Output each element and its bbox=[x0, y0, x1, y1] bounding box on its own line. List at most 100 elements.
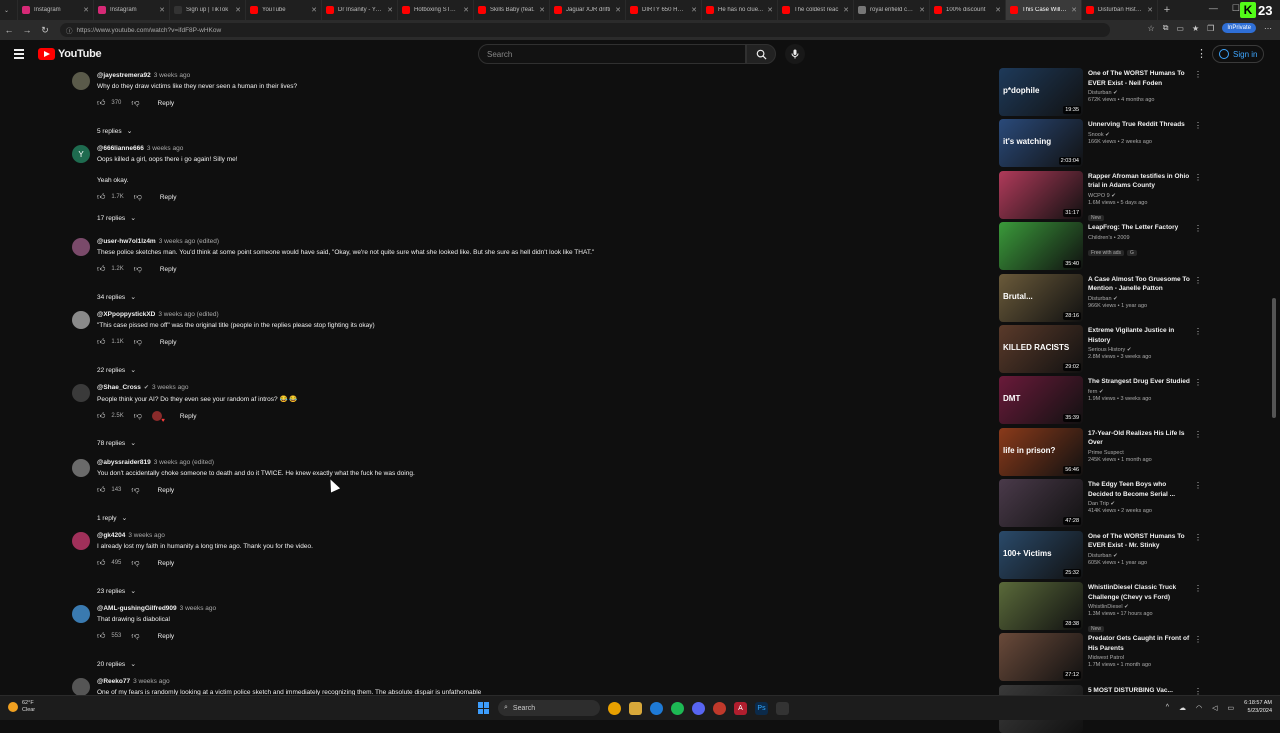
recommended-video[interactable]: DMT 35:39 The Strangest Drug Ever Studied f… bbox=[998, 376, 1208, 425]
browser-tab[interactable]: Sign up | TikTok ✕ bbox=[170, 0, 246, 20]
channel-name[interactable]: Disturban bbox=[1088, 90, 1112, 96]
dislike-icon[interactable]: 👎︎ bbox=[134, 411, 142, 421]
video-thumbnail[interactable]: 28:38 bbox=[999, 582, 1083, 630]
tab-close-icon[interactable]: ✕ bbox=[995, 6, 1001, 14]
replies-toggle[interactable]: 78 replies ⌄ bbox=[97, 439, 136, 448]
comment-time[interactable]: 3 weeks ago bbox=[133, 678, 170, 685]
comment-time[interactable]: 3 weeks ago bbox=[154, 72, 191, 79]
browser-tab[interactable]: Skills Baby (feat. ✕ bbox=[474, 0, 550, 20]
dislike-icon[interactable]: 👎︎ bbox=[134, 264, 142, 274]
channel-name[interactable]: Prime Suspect bbox=[1088, 450, 1124, 456]
tab-close-icon[interactable]: ✕ bbox=[463, 6, 469, 14]
recommended-video[interactable]: 27:12 Predator Gets Caught in Front of Hi… bbox=[998, 633, 1208, 682]
replies-toggle[interactable]: 1 reply ⌄ bbox=[97, 514, 127, 523]
menu-icon[interactable] bbox=[14, 49, 24, 61]
browser-tab[interactable]: 100% discount ✕ bbox=[930, 0, 1006, 20]
like-icon[interactable]: 👍︎ bbox=[97, 631, 105, 641]
avatar[interactable] bbox=[72, 384, 90, 402]
comment-author[interactable]: @jayestremera92 bbox=[97, 72, 151, 79]
tab-close-icon[interactable]: ✕ bbox=[387, 6, 393, 14]
recommended-video[interactable]: 47:28 The Edgy Teen Boys who Decided to B… bbox=[998, 479, 1208, 528]
comment-time[interactable]: 3 weeks ago bbox=[152, 384, 189, 391]
inprivate-badge[interactable]: InPrivate bbox=[1222, 23, 1256, 33]
recommended-video[interactable]: life in prison? 56:46 17-Year-Old Realizes… bbox=[998, 427, 1208, 476]
video-thumbnail[interactable]: DMT 35:39 bbox=[999, 376, 1083, 425]
refresh-icon[interactable]: ↻ bbox=[36, 25, 54, 36]
tab-close-icon[interactable]: ✕ bbox=[83, 6, 89, 14]
recommended-video[interactable]: p*dophile 19:35 One of The WORST Humans To… bbox=[998, 68, 1208, 116]
replies-toggle[interactable]: 23 replies ⌄ bbox=[97, 587, 136, 596]
browser-tab[interactable]: The coldest reac ✕ bbox=[778, 0, 854, 20]
taskbar-search[interactable]: ⌕ Search bbox=[498, 700, 600, 716]
replies-toggle[interactable]: 34 replies ⌄ bbox=[97, 293, 136, 302]
url-field[interactable]: ⓘ https://www.youtube.com/watch?v=ifdF8P… bbox=[60, 23, 1110, 37]
reply-button[interactable]: Reply bbox=[158, 633, 175, 640]
avatar[interactable] bbox=[72, 72, 90, 90]
youtube-logo[interactable]: YouTube bbox=[38, 48, 102, 60]
terminal-icon[interactable] bbox=[776, 701, 789, 715]
video-thumbnail[interactable]: life in prison? 56:46 bbox=[999, 427, 1083, 476]
video-title[interactable]: One of The WORST Humans To EVER Exist - … bbox=[1088, 69, 1192, 88]
tab-close-icon[interactable]: ✕ bbox=[1071, 6, 1077, 14]
recommended-video[interactable]: 28:38 WhistlinDiesel Classic Truck Challe… bbox=[998, 582, 1208, 632]
channel-name[interactable]: Children's • 2009 bbox=[1088, 235, 1130, 241]
comment-author[interactable]: @XPpoppystickXD bbox=[97, 311, 155, 318]
spotify-icon[interactable] bbox=[671, 701, 684, 715]
battery-icon[interactable]: ▭ bbox=[1228, 704, 1235, 712]
dislike-icon[interactable]: 👎︎ bbox=[131, 631, 139, 641]
avatar[interactable] bbox=[72, 238, 90, 256]
comment-time[interactable]: 3 weeks ago bbox=[128, 532, 165, 539]
avatar[interactable] bbox=[72, 678, 90, 696]
avatar[interactable] bbox=[72, 459, 90, 477]
extensions-icon[interactable]: ⧉ bbox=[1163, 23, 1169, 33]
search-button[interactable] bbox=[746, 44, 776, 64]
comment-time[interactable]: 3 weeks ago bbox=[180, 605, 217, 612]
replies-toggle[interactable]: 20 replies ⌄ bbox=[97, 660, 136, 669]
favorite-star-icon[interactable]: ☆ bbox=[1148, 24, 1155, 33]
video-title[interactable]: Extreme Vigilante Justice in History bbox=[1088, 326, 1192, 345]
video-title[interactable]: WhistlinDiesel Classic Truck Challenge (… bbox=[1088, 583, 1192, 602]
clock[interactable]: 6:18:57 AM 5/23/2024 bbox=[1244, 700, 1272, 715]
avatar[interactable] bbox=[72, 532, 90, 550]
video-title[interactable]: The Edgy Teen Boys who Decided to Become… bbox=[1088, 480, 1192, 499]
video-title[interactable]: A Case Almost Too Gruesome To Mention - … bbox=[1088, 275, 1192, 294]
more-actions-icon[interactable]: ⋮ bbox=[1194, 70, 1202, 79]
dislike-icon[interactable]: 👎︎ bbox=[131, 558, 139, 568]
video-thumbnail[interactable]: Brutal... 28:16 bbox=[999, 273, 1083, 322]
more-actions-icon[interactable]: ⋮ bbox=[1194, 224, 1202, 233]
tab-close-icon[interactable]: ✕ bbox=[691, 6, 697, 14]
more-actions-icon[interactable]: ⋮ bbox=[1194, 173, 1202, 182]
chrome-icon[interactable] bbox=[608, 701, 621, 715]
video-title[interactable]: Unnerving True Reddit Threads bbox=[1088, 120, 1192, 130]
collections-icon[interactable]: ❐ bbox=[1207, 24, 1214, 33]
weather-widget[interactable]: 62°F Clear bbox=[8, 700, 35, 714]
tray-app-icon[interactable]: ☁ bbox=[1179, 704, 1186, 712]
video-thumbnail[interactable]: 31:17 bbox=[999, 170, 1083, 219]
more-actions-icon[interactable]: ⋮ bbox=[1194, 430, 1202, 439]
tab-close-icon[interactable]: ✕ bbox=[539, 6, 545, 14]
comment-time[interactable]: 3 weeks ago bbox=[147, 145, 184, 152]
channel-name[interactable]: WhistlinDiesel bbox=[1088, 604, 1123, 610]
video-thumbnail[interactable]: p*dophile 19:35 bbox=[999, 68, 1083, 116]
new-tab-button[interactable]: + bbox=[1158, 4, 1176, 16]
video-thumbnail[interactable]: it's watching 2:03:04 bbox=[999, 119, 1083, 168]
video-title[interactable]: LeapFrog: The Letter Factory bbox=[1088, 223, 1192, 233]
video-thumbnail[interactable]: 35:40 bbox=[999, 222, 1083, 271]
browser-tab[interactable]: royal enfield cont ✕ bbox=[854, 0, 930, 20]
browser-tab[interactable]: YouTube ✕ bbox=[246, 0, 322, 20]
windows-start-icon[interactable] bbox=[478, 702, 490, 714]
channel-name[interactable]: WCPO 9 bbox=[1088, 193, 1110, 199]
wifi-icon[interactable]: ◠ bbox=[1196, 704, 1202, 712]
replies-toggle[interactable]: 5 replies ⌄ bbox=[97, 127, 132, 136]
like-icon[interactable]: 👍︎ bbox=[97, 337, 105, 347]
tab-close-icon[interactable]: ✕ bbox=[159, 6, 165, 14]
channel-name[interactable]: Dan Trip bbox=[1088, 501, 1109, 507]
more-actions-icon[interactable]: ⋮ bbox=[1194, 533, 1202, 542]
like-icon[interactable]: 👍︎ bbox=[97, 192, 105, 202]
tab-close-icon[interactable]: ✕ bbox=[919, 6, 925, 14]
more-actions-icon[interactable]: ⋮ bbox=[1194, 327, 1202, 336]
like-icon[interactable]: 👍︎ bbox=[97, 98, 105, 108]
page-scrollbar[interactable] bbox=[1271, 68, 1277, 694]
replies-toggle[interactable]: 17 replies ⌄ bbox=[97, 214, 136, 223]
split-screen-icon[interactable]: ▭ bbox=[1176, 24, 1184, 33]
